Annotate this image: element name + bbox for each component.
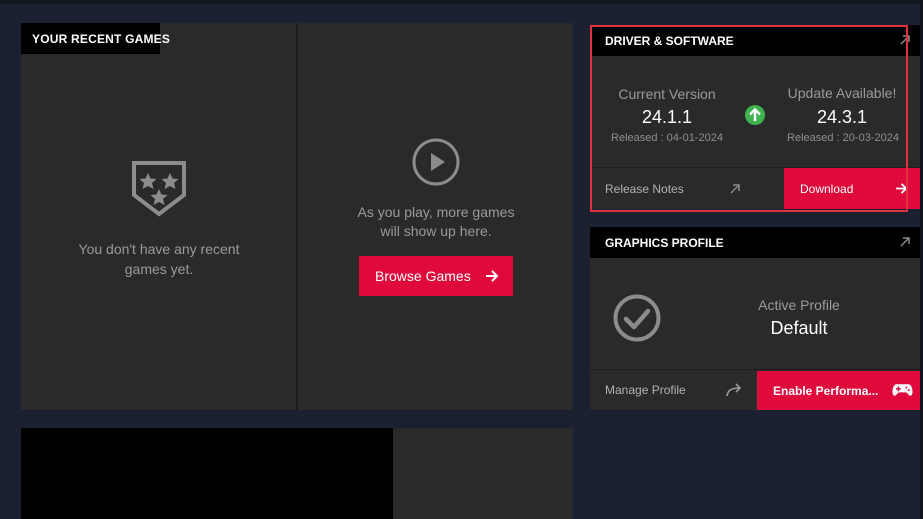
release-notes-button[interactable]: Release Notes: [590, 168, 754, 209]
active-profile-label: Active Profile: [758, 297, 840, 313]
current-released-date: Released : 04-01-2024: [611, 132, 723, 144]
play-icon: [412, 138, 460, 186]
update-released-date: Released : 20-03-2024: [787, 132, 899, 144]
enable-performance-button[interactable]: Enable Performa...: [757, 371, 920, 410]
enable-performance-label: Enable Performa...: [773, 383, 879, 398]
current-version-label: Current Version: [618, 86, 716, 102]
download-label: Download: [800, 181, 854, 196]
release-notes-label: Release Notes: [605, 181, 684, 196]
recent-games-title: YOUR RECENT GAMES: [21, 23, 170, 54]
update-version-value: 24.3.1: [816, 107, 868, 127]
graphics-profile-panel: GRAPHICS PROFILE Active Profile Default …: [590, 227, 920, 410]
arrow-right-icon: [895, 183, 908, 194]
recent-games-panel: YOUR RECENT GAMES You don't have any rec…: [21, 23, 573, 410]
manage-profile-label: Manage Profile: [605, 383, 686, 397]
update-arrow-icon: [745, 105, 765, 125]
empty-games-text: You don't have any recent games yet.: [78, 241, 240, 277]
browse-games-area: As you play, more games will show up her…: [298, 23, 573, 410]
manage-profile-button[interactable]: Manage Profile: [590, 370, 756, 410]
external-link-icon: [730, 184, 740, 194]
empty-games-area: You don't have any recent games yet.: [21, 54, 296, 410]
browse-games-button[interactable]: Browse Games: [359, 256, 513, 296]
driver-software-title: DRIVER & SOFTWARE: [590, 25, 920, 56]
expand-icon[interactable]: [899, 236, 911, 248]
share-arrow-icon: [726, 383, 742, 397]
arrow-right-icon: [486, 270, 499, 282]
download-button[interactable]: Download: [784, 168, 920, 209]
top-bar: [0, 0, 923, 4]
update-available-label: Update Available!: [787, 85, 897, 101]
driver-software-panel: DRIVER & SOFTWARE Current Version 24.1.1…: [590, 25, 920, 209]
current-version-value: 24.1.1: [641, 107, 693, 127]
gamepad-icon: [892, 384, 913, 396]
play-more-text: As you play, more games will show up her…: [357, 204, 515, 239]
active-profile-value: Default: [770, 318, 828, 338]
lower-panel-media: [21, 428, 393, 519]
expand-icon[interactable]: [899, 34, 911, 46]
lower-panel: [21, 428, 573, 519]
browse-games-label: Browse Games: [375, 268, 471, 284]
graphics-profile-title: GRAPHICS PROFILE: [590, 227, 920, 258]
check-circle-icon: [613, 294, 661, 342]
badge-stars-icon: [132, 161, 186, 217]
